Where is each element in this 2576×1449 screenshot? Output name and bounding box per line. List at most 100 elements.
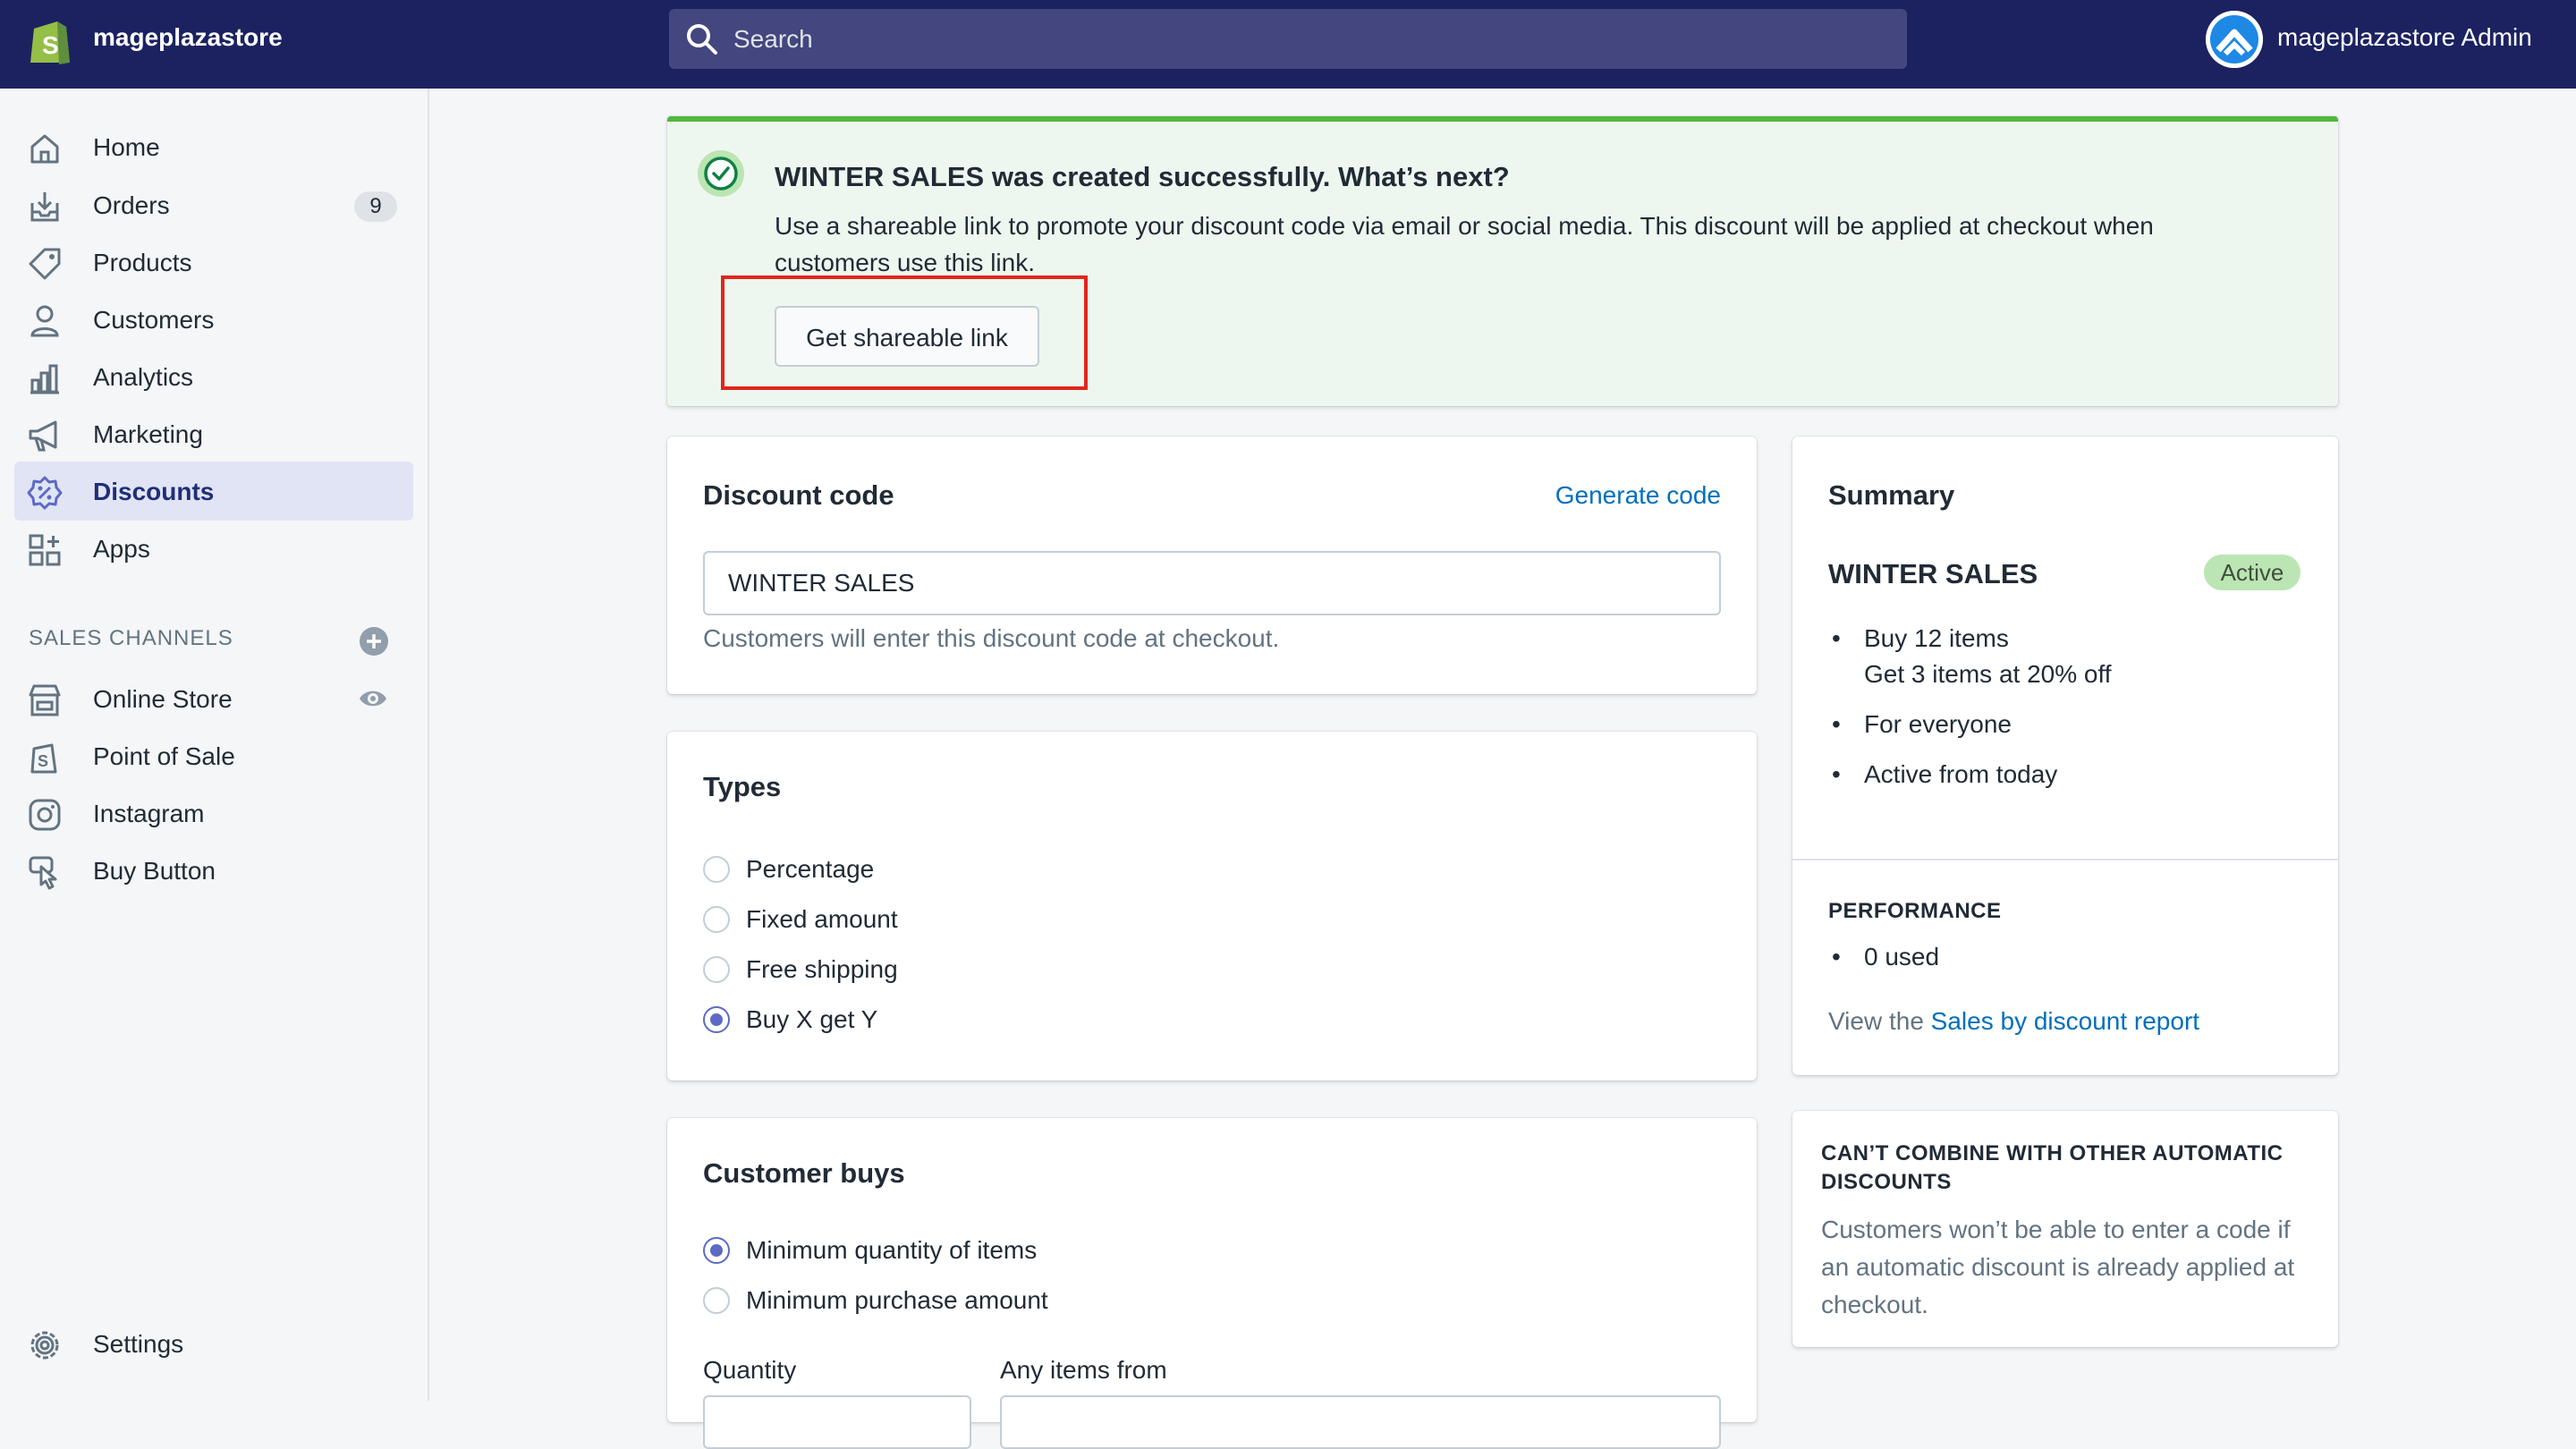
radio-label-percentage: Percentage: [746, 855, 875, 883]
quantity-input[interactable]: [703, 1395, 971, 1449]
store-name[interactable]: mageplazastore: [93, 23, 283, 52]
sidebar-item-apps[interactable]: Apps: [14, 519, 413, 578]
bar-chart-icon: [30, 364, 59, 394]
sidebar-item-settings[interactable]: Settings: [14, 1314, 413, 1373]
sidebar-item-label: Home: [93, 133, 160, 161]
discount-code-card: Discount code Generate code WINTER SALES…: [667, 436, 1757, 694]
radio-label-minimum-purchase: Minimum purchase amount: [746, 1286, 1048, 1314]
orders-icon: [30, 192, 59, 222]
shopify-logo-icon[interactable]: S: [27, 16, 73, 66]
sidebar-item-label: Marketing: [93, 420, 203, 448]
home-icon: [30, 134, 59, 164]
radio-percentage[interactable]: [703, 856, 730, 883]
avatar[interactable]: [2206, 11, 2263, 68]
summary-bullet-everyone: For everyone: [1864, 710, 2012, 738]
radio-label-fixed-amount: Fixed amount: [746, 905, 898, 933]
eye-icon[interactable]: [358, 687, 388, 710]
sidebar-item-customers[interactable]: Customers: [14, 290, 413, 349]
customer-buys-title: Customer buys: [703, 1157, 905, 1189]
banner-body: Use a shareable link to promote your dis…: [775, 212, 2154, 276]
discount-code-title: Discount code: [703, 479, 894, 511]
combine-body: Customers won’t be able to enter a code …: [1821, 1216, 2295, 1318]
summary-bullet: Active from today: [1864, 760, 2057, 789]
discount-code-value: WINTER SALES: [728, 569, 915, 597]
search-icon: [687, 24, 717, 55]
summary-bullet: Buy 12 items: [1864, 624, 2009, 653]
summary-title: Summary: [1828, 479, 1955, 511]
status-badge: Active: [2204, 555, 2301, 590]
sidebar-item-products[interactable]: Products: [14, 233, 413, 292]
megaphone-icon: [29, 420, 57, 452]
radio-minimum-quantity[interactable]: [703, 1237, 730, 1264]
sidebar-item-buy-button[interactable]: Buy Button: [14, 841, 413, 900]
generate-code-link[interactable]: Generate code: [1555, 481, 1721, 510]
report-prefix: View the: [1828, 1007, 1924, 1035]
summary-card: Summary WINTER SALES Buy 12 items Get 3 …: [1792, 436, 2338, 1075]
radio-minimum-purchase[interactable]: [703, 1287, 730, 1314]
banner-title: WINTER SALES was created successfully. W…: [775, 161, 1510, 192]
sidebar-item-label: Analytics: [93, 363, 194, 391]
pos-bag-icon: S: [30, 743, 57, 774]
sidebar-item-orders[interactable]: Orders 9: [14, 175, 413, 234]
customer-buys-card: Customer buys Minimum quantity of items …: [667, 1118, 1757, 1449]
combine-title-line2: DISCOUNTS: [1821, 1170, 1952, 1194]
instagram-icon: [29, 799, 61, 831]
add-channel-icon[interactable]: [358, 625, 390, 657]
sidebar-item-point-of-sale[interactable]: S Point of Sale: [14, 726, 413, 785]
radio-free-shipping[interactable]: [703, 956, 730, 983]
svg-text:S: S: [42, 31, 59, 59]
combine-title-line1: CAN’T COMBINE WITH OTHER AUTOMATIC: [1821, 1141, 2284, 1165]
sales-channels-heading: SALES CHANNELS: [29, 626, 233, 650]
types-card: Types Percentage Fixed amount Free shipp…: [667, 732, 1757, 1080]
summary-bullet: For everyone: [1864, 710, 2012, 739]
sidebar-item-label: Discounts: [93, 478, 215, 505]
sidebar-item-label: Products: [93, 249, 192, 276]
sidebar-item-home[interactable]: Home: [14, 117, 413, 176]
performance-used: 0 used: [1864, 943, 1939, 970]
summary-bullet-active-from: Active from today: [1864, 760, 2057, 788]
summary-bullet-get: Get 3 items at 20% off: [1864, 660, 2112, 688]
report-text: View the Sales by discount report: [1828, 1007, 2199, 1036]
summary-bullet-buy: Buy 12 items: [1864, 624, 2009, 652]
person-icon: [30, 305, 59, 337]
sidebar-item-analytics[interactable]: Analytics: [14, 347, 413, 406]
top-bar: S mageplazastore Search mageplazastore A…: [0, 0, 2576, 89]
sidebar-item-label: Orders: [93, 191, 170, 219]
sidebar: Home Orders 9 Products Customers Analyti…: [0, 89, 429, 1401]
admin-name[interactable]: mageplazastore Admin: [2277, 23, 2532, 52]
sales-by-discount-report-link[interactable]: Sales by discount report: [1931, 1007, 2199, 1035]
sidebar-item-marketing[interactable]: Marketing: [14, 404, 413, 463]
sidebar-item-label: Apps: [93, 535, 150, 563]
sidebar-item-instagram[interactable]: Instagram: [14, 784, 413, 843]
radio-label-free-shipping: Free shipping: [746, 955, 898, 983]
performance-heading: PERFORMANCE: [1828, 899, 2002, 923]
sidebar-item-online-store[interactable]: Online Store: [14, 669, 413, 728]
summary-divider: [1792, 859, 2338, 860]
radio-buy-x-get-y[interactable]: [703, 1006, 730, 1033]
performance-bullet: 0 used: [1864, 943, 1939, 971]
buy-button-icon: [29, 856, 57, 890]
store-icon: [29, 684, 61, 716]
search-input[interactable]: Search: [733, 25, 813, 54]
discount-icon: [27, 476, 63, 510]
success-check-icon: [698, 150, 744, 197]
radio-fixed-amount[interactable]: [703, 906, 730, 933]
radio-label-minimum-quantity: Minimum quantity of items: [746, 1236, 1038, 1264]
search-bar[interactable]: Search: [669, 9, 1907, 69]
any-items-from-select[interactable]: [1000, 1395, 1721, 1449]
radio-label-buy-x-get-y: Buy X get Y: [746, 1005, 878, 1033]
types-title: Types: [703, 771, 782, 802]
discount-code-input[interactable]: WINTER SALES: [703, 551, 1721, 615]
highlight-box: [721, 275, 1088, 390]
sidebar-item-label: Customers: [93, 306, 215, 334]
tag-icon: [29, 248, 61, 280]
sidebar-item-discounts[interactable]: Discounts: [14, 462, 413, 521]
quantity-label: Quantity: [703, 1356, 797, 1384]
orders-count-badge: 9: [354, 191, 397, 222]
combine-card: CAN’T COMBINE WITH OTHER AUTOMATIC DISCO…: [1792, 1111, 2338, 1347]
any-items-from-label: Any items from: [1000, 1356, 1167, 1384]
sidebar-item-label: Settings: [93, 1330, 184, 1358]
gear-icon: [30, 1331, 59, 1360]
apps-icon: [29, 534, 61, 566]
svg-text:S: S: [38, 752, 48, 770]
